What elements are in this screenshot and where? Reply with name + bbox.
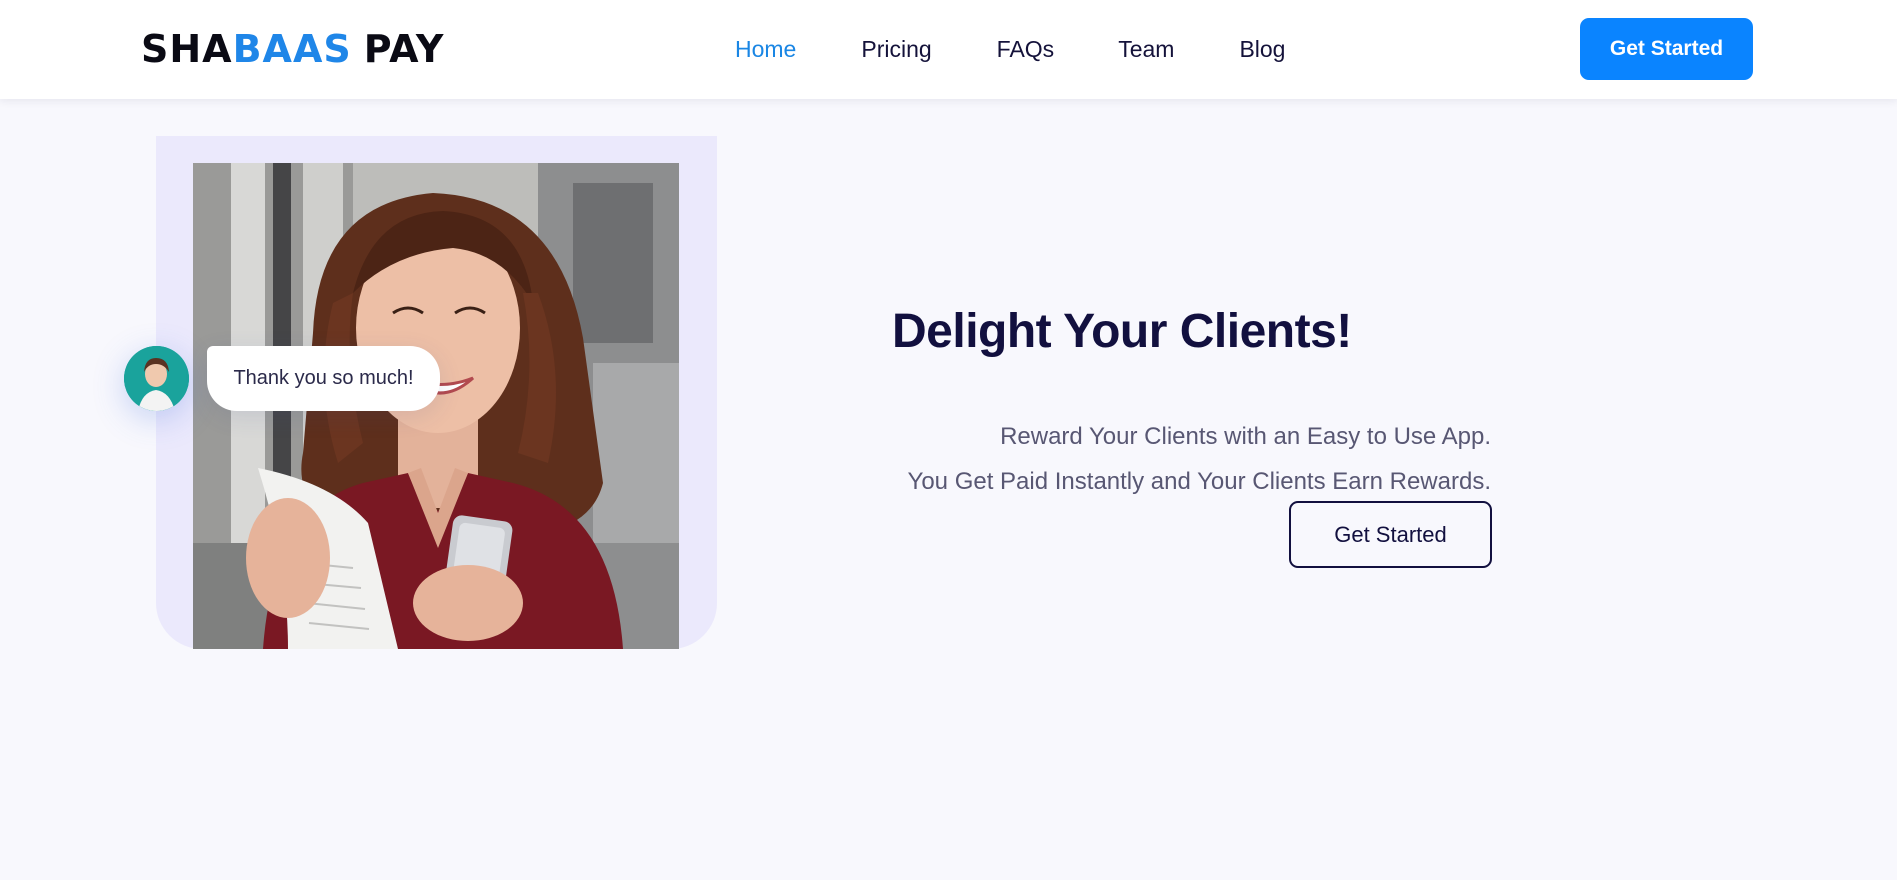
nav-link-home[interactable]: Home xyxy=(735,32,796,66)
brand-logo[interactable]: SHABAAS PAY xyxy=(141,28,444,70)
hero-description-line-1: Reward Your Clients with an Easy to Use … xyxy=(1000,423,1491,450)
chat-avatar xyxy=(124,346,189,411)
nav-link-faqs[interactable]: FAQs xyxy=(997,32,1055,66)
header-get-started-button[interactable]: Get Started xyxy=(1580,18,1753,80)
chat-bubble-text: Thank you so much! xyxy=(233,367,414,389)
chat-bubble: Thank you so much! xyxy=(207,346,440,411)
logo-text-sha: SHA xyxy=(141,27,233,71)
logo-text-baas: BAAS xyxy=(232,27,352,71)
hero-description-line-2: You Get Paid Instantly and Your Clients … xyxy=(907,468,1491,495)
logo-text-pay: PAY xyxy=(363,27,445,71)
site-header: SHABAAS PAY Home Pricing FAQs Team Blog G… xyxy=(0,0,1897,99)
nav-link-pricing[interactable]: Pricing xyxy=(861,32,931,66)
hero-description: Reward Your Clients with an Easy to Use … xyxy=(908,414,1491,504)
nav-link-blog[interactable]: Blog xyxy=(1239,32,1285,66)
avatar-illustration xyxy=(124,346,189,411)
hero-get-started-button[interactable]: Get Started xyxy=(1289,501,1492,568)
main-nav: Home Pricing FAQs Team Blog xyxy=(735,32,1285,66)
nav-link-team[interactable]: Team xyxy=(1118,32,1174,66)
hero-title: Delight Your Clients! xyxy=(892,305,1352,358)
